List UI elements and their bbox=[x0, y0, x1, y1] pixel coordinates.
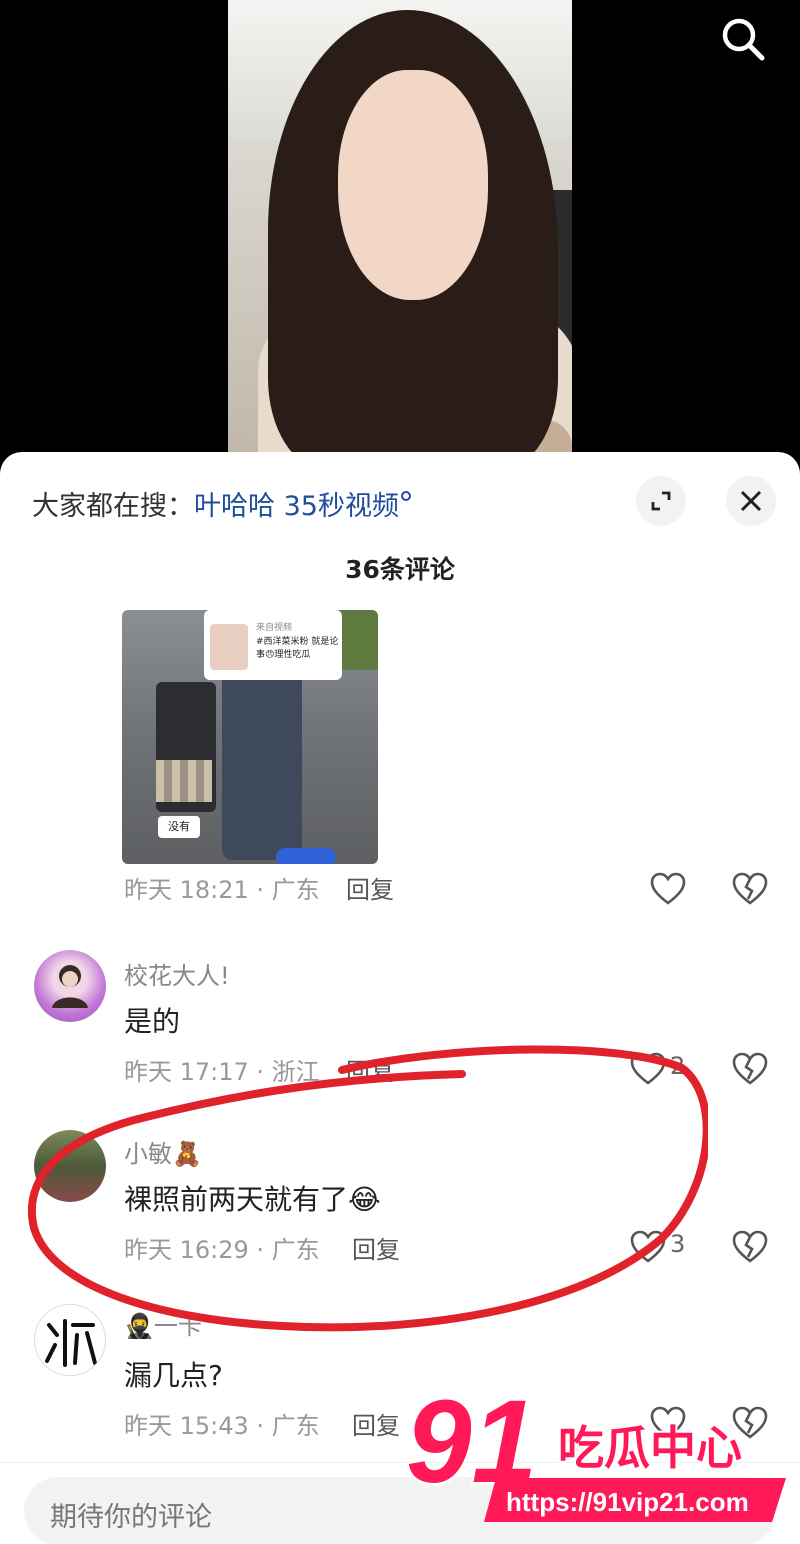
comment-text: 漏几点? bbox=[124, 1359, 223, 1392]
comment-text: 裸照前两天就有了😂 bbox=[124, 1183, 381, 1216]
reply-button[interactable]: 回复 bbox=[346, 1052, 394, 1087]
like-count: 2 bbox=[670, 1052, 686, 1080]
shared-video-card: 来自视频 #西洋菜米粉 就是论事😠理性吃瓜 bbox=[204, 610, 342, 680]
comment-username[interactable]: 🥷一卡 bbox=[124, 1306, 202, 1341]
comment-time-location: 昨天 16:29 · 广东 bbox=[124, 1236, 320, 1264]
reply-button[interactable]: 回复 bbox=[352, 1230, 400, 1265]
search-suggestion[interactable]: 大家都在搜：叶哈哈 35秒视频 bbox=[32, 484, 411, 523]
like-count: 3 bbox=[670, 1230, 686, 1258]
comment-composer-bar: 期待你的评论 bbox=[0, 1462, 800, 1544]
comment-time-location: 昨天 17:17 · 浙江 bbox=[124, 1058, 320, 1086]
video-player[interactable] bbox=[0, 0, 800, 470]
comment-username[interactable]: 小敏🧸 bbox=[124, 1134, 202, 1169]
like-heart-icon[interactable] bbox=[650, 872, 686, 906]
close-button[interactable] bbox=[726, 476, 776, 526]
search-icon bbox=[722, 18, 765, 61]
like-heart-icon[interactable] bbox=[650, 1406, 686, 1440]
reply-button[interactable]: 回复 bbox=[352, 1406, 400, 1441]
suggestion-search-icon bbox=[400, 491, 411, 501]
expand-icon bbox=[651, 491, 671, 511]
avatar[interactable] bbox=[34, 950, 106, 1022]
reply-button[interactable]: 回复 bbox=[346, 870, 394, 905]
card-caption: #西洋菜米粉 就是论事😠理性吃瓜 bbox=[256, 637, 339, 660]
comment-time-location: 昨天 15:43 · 广东 bbox=[124, 1412, 320, 1440]
card-source-label: 来自视频 bbox=[256, 623, 293, 633]
avatar[interactable] bbox=[34, 1130, 106, 1202]
comment-count: 36条评论 bbox=[345, 555, 455, 584]
comment-input[interactable]: 期待你的评论 bbox=[24, 1477, 776, 1544]
chat-bubble: 没有 bbox=[158, 816, 200, 838]
dislike-broken-heart-icon[interactable] bbox=[732, 1230, 768, 1264]
comment-username[interactable]: 校花大人! bbox=[124, 956, 230, 991]
suggestion-keyword[interactable]: 叶哈哈 35秒视频 bbox=[194, 491, 399, 522]
comment-image[interactable]: 来自视频 #西洋菜米粉 就是论事😠理性吃瓜 没有 bbox=[122, 610, 378, 864]
expand-button[interactable] bbox=[636, 476, 686, 526]
close-icon bbox=[740, 490, 762, 512]
screen: 大家都在搜：叶哈哈 35秒视频 36条评论 来自视频 #西洋菜米粉 就是论事😠理… bbox=[0, 0, 800, 1544]
sheet-top-bar: 大家都在搜：叶哈哈 35秒视频 bbox=[0, 452, 800, 552]
dislike-broken-heart-icon[interactable] bbox=[732, 1052, 768, 1086]
search-button[interactable] bbox=[716, 12, 770, 66]
comment-time-location: 昨天 18:21 · 广东 bbox=[124, 876, 320, 904]
comment-sheet: 大家都在搜：叶哈哈 35秒视频 36条评论 来自视频 #西洋菜米粉 就是论事😠理… bbox=[0, 452, 800, 1544]
dislike-broken-heart-icon[interactable] bbox=[732, 1406, 768, 1440]
like-heart-icon[interactable] bbox=[630, 1230, 666, 1264]
dislike-broken-heart-icon[interactable] bbox=[732, 872, 768, 906]
video-frame bbox=[228, 0, 572, 470]
avatar[interactable] bbox=[34, 1304, 106, 1376]
mosaic-blur bbox=[156, 760, 212, 802]
comment-text: 是的 bbox=[124, 1005, 181, 1038]
comment-input-placeholder: 期待你的评论 bbox=[50, 1502, 212, 1533]
video-person-face bbox=[338, 70, 488, 300]
like-heart-icon[interactable] bbox=[630, 1052, 666, 1086]
suggestion-prefix: 大家都在搜： bbox=[32, 491, 194, 522]
